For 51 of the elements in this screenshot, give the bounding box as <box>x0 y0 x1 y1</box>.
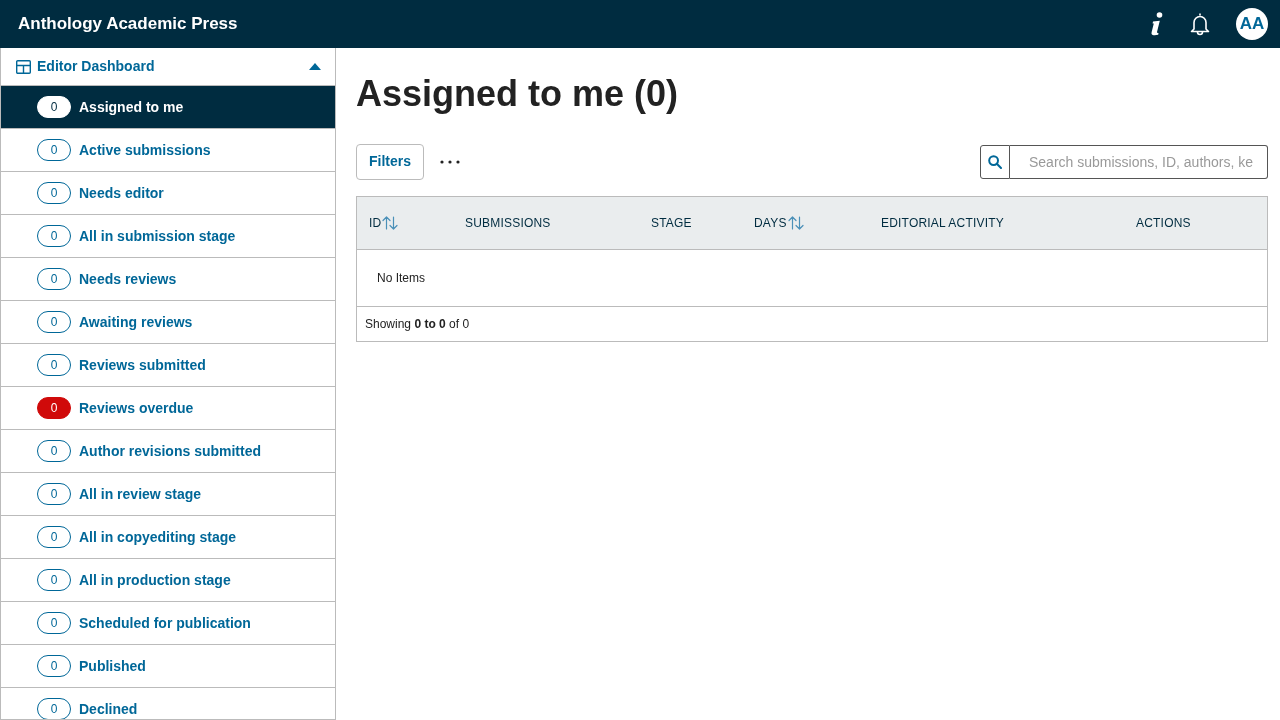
count-badge: 0 <box>37 612 71 634</box>
info-icon[interactable] <box>1150 12 1164 36</box>
count-badge: 0 <box>37 182 71 204</box>
search-icon <box>988 154 1002 169</box>
empty-message: No Items <box>377 269 425 287</box>
count-badge: 0 <box>37 139 71 161</box>
count-badge: 0 <box>37 268 71 290</box>
count-badge: 0 <box>37 655 71 677</box>
sidebar-item[interactable]: 0 Declined <box>1 688 335 719</box>
search-button[interactable] <box>980 144 1010 179</box>
site-title: Anthology Academic Press <box>18 13 238 36</box>
page-title: Assigned to me (0) <box>356 74 680 114</box>
sidebar-item[interactable]: 0 Needs reviews <box>1 258 335 301</box>
sidebar-item[interactable]: 0 Awaiting reviews <box>1 301 335 344</box>
count-badge: 0 <box>37 96 71 118</box>
bell-icon[interactable] <box>1188 12 1212 36</box>
pagination-summary: Showing 0 to 0 of 0 <box>365 316 470 331</box>
column-header: STAGE <box>651 214 692 232</box>
sidebar-item[interactable]: 0 All in submission stage <box>1 215 335 258</box>
column-header: ACTIONS <box>1136 214 1191 232</box>
sort-icon[interactable] <box>787 215 804 230</box>
sidebar-item[interactable]: 0 All in copyediting stage <box>1 516 335 559</box>
count-badge: 0 <box>37 440 71 462</box>
sidebar-item[interactable]: 0 Published <box>1 645 335 688</box>
sort-icon[interactable] <box>382 215 399 230</box>
sidebar-item[interactable]: 0 Needs editor <box>1 172 335 215</box>
column-header: SUBMISSIONS <box>465 214 551 232</box>
count-badge: 0 <box>37 311 71 333</box>
sidebar-item[interactable]: 0 Assigned to me <box>1 86 335 129</box>
sidebar-item[interactable]: 0 Active submissions <box>1 129 335 172</box>
count-badge: 0 <box>37 483 71 505</box>
count-badge: 0 <box>37 354 71 376</box>
column-header[interactable]: DAYS <box>754 213 787 232</box>
sidebar-item[interactable]: 0 Reviews submitted <box>1 344 335 387</box>
column-header[interactable]: ID <box>369 213 382 232</box>
more-icon[interactable] <box>440 159 460 164</box>
column-header: EDITORIAL ACTIVITY <box>881 214 1004 232</box>
count-badge: 0 <box>37 225 71 247</box>
search-field[interactable]: Search submissions, ID, authors, ke <box>1010 144 1268 179</box>
sidebar-item[interactable]: 0 All in production stage <box>1 559 335 602</box>
alert-count-badge: 0 <box>37 397 71 419</box>
filters-button[interactable]: Filters <box>356 143 424 180</box>
count-badge: 0 <box>37 526 71 548</box>
dashboard-icon <box>16 59 31 74</box>
count-badge: 0 <box>37 698 71 719</box>
user-avatar[interactable]: AA <box>1236 8 1268 40</box>
sidebar-item[interactable]: 0 Reviews overdue <box>1 387 335 430</box>
sidebar-item[interactable]: 0 All in review stage <box>1 473 335 516</box>
count-badge: 0 <box>37 569 71 591</box>
sidebar-item[interactable]: 0 Author revisions submitted <box>1 430 335 473</box>
sidebar-item[interactable]: 0 Scheduled for publication <box>1 602 335 645</box>
